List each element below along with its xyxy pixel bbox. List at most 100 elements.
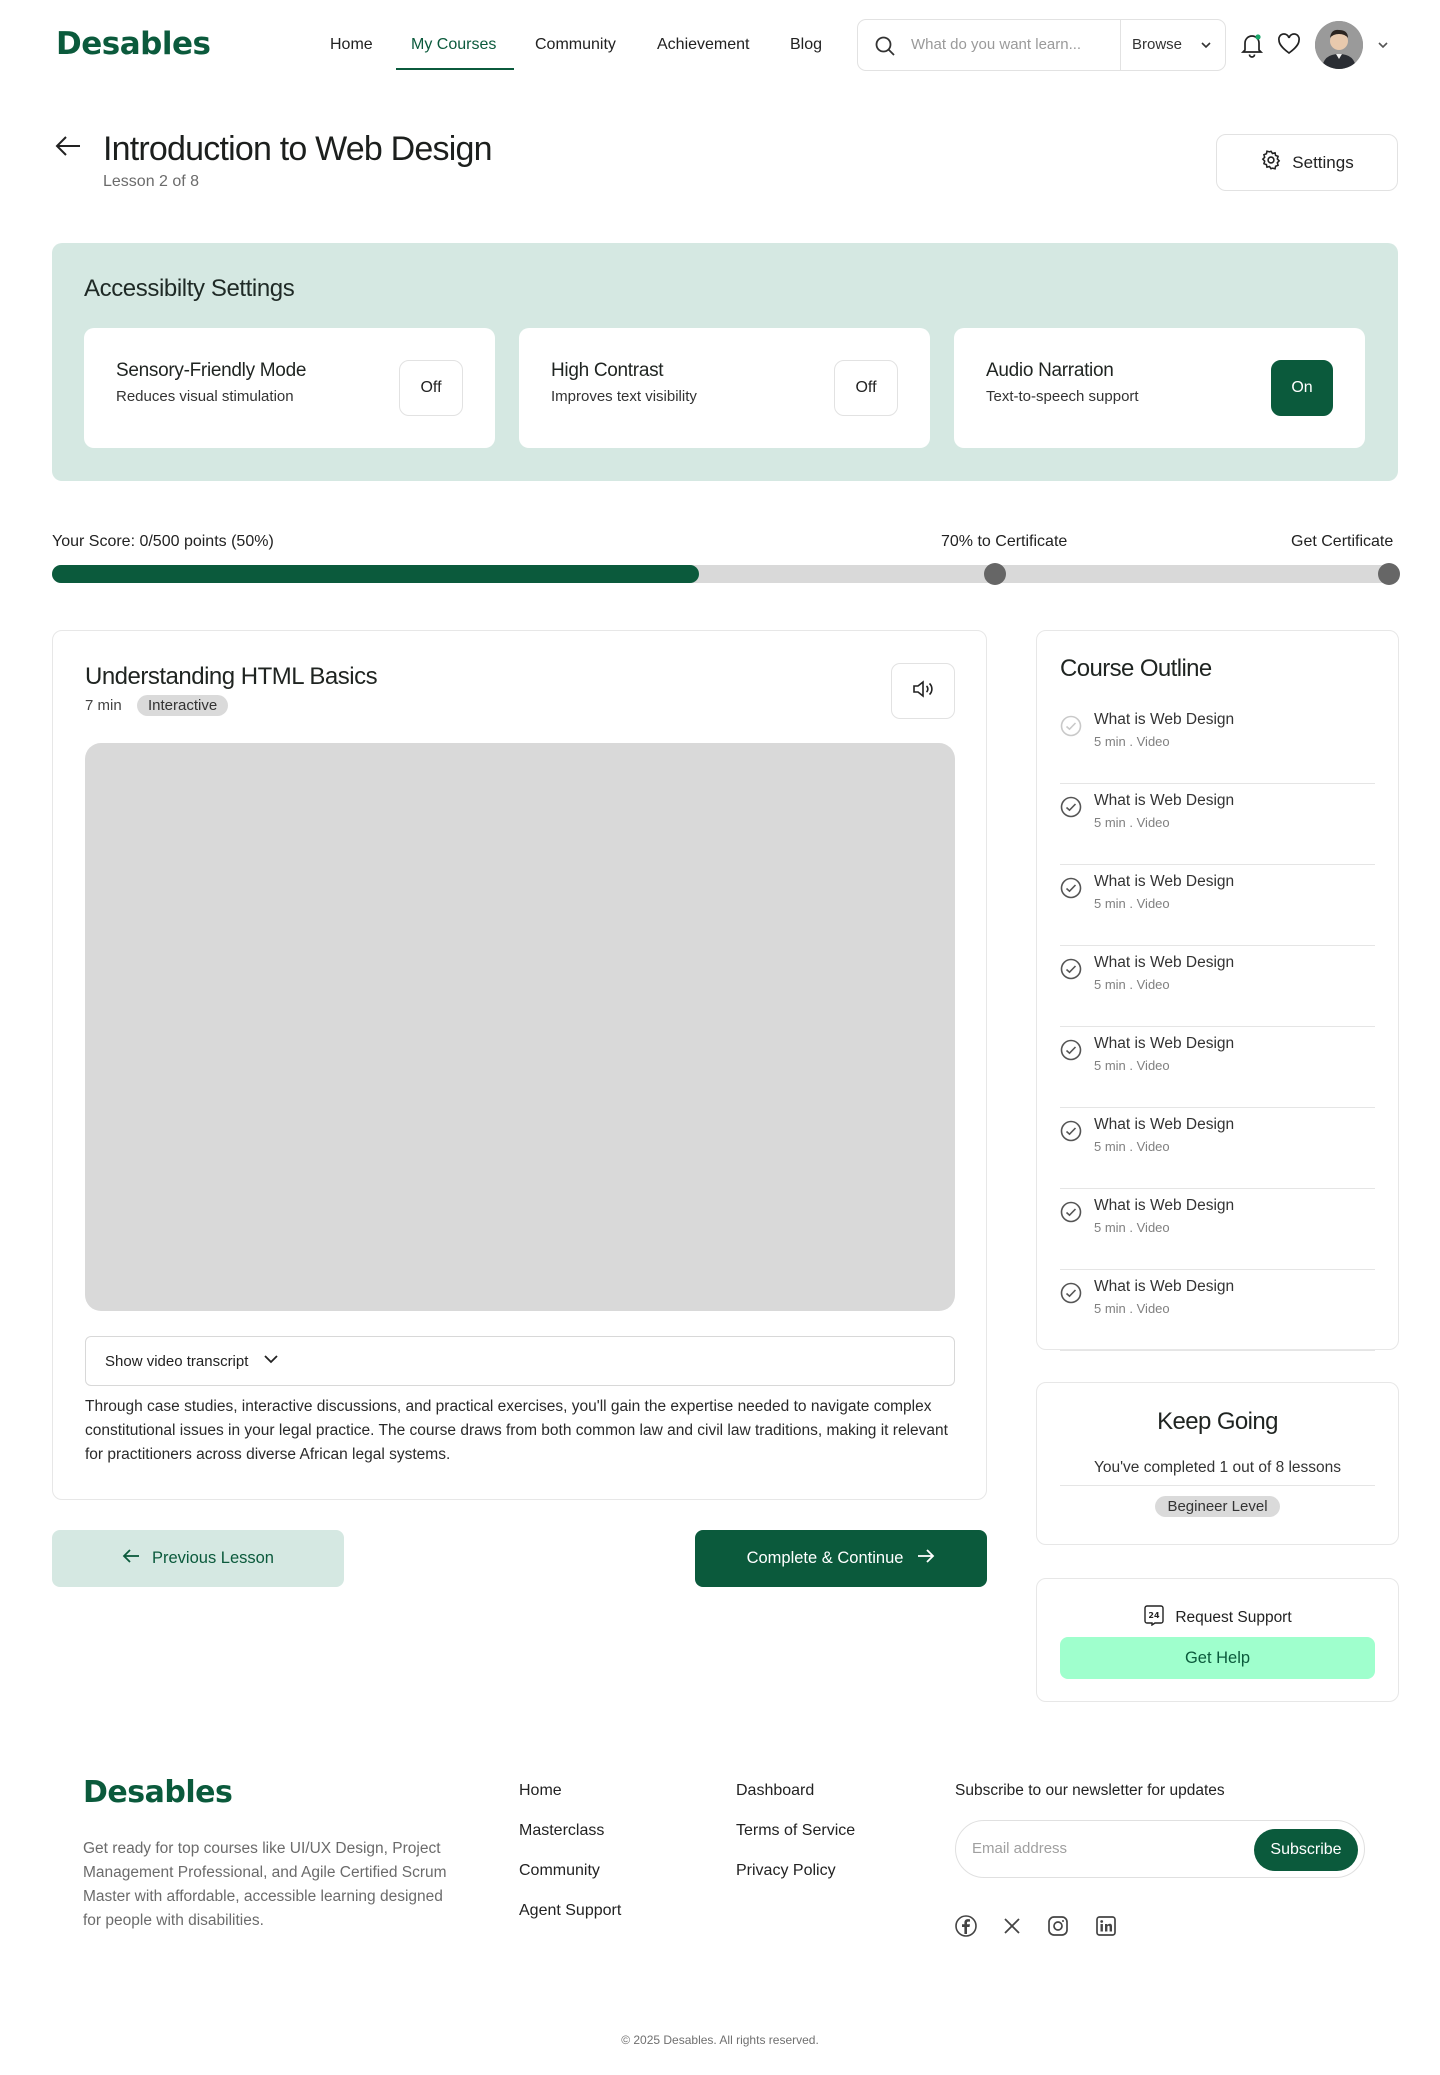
outline-item[interactable]: What is Web Design 5 min . Video bbox=[1060, 784, 1375, 865]
outline-item[interactable]: What is Web Design 5 min . Video bbox=[1060, 946, 1375, 1027]
outline-item-title: What is Web Design bbox=[1094, 1116, 1235, 1133]
nav-home[interactable]: Home bbox=[330, 36, 373, 54]
subscribe-button[interactable]: Subscribe bbox=[1254, 1829, 1358, 1871]
accessibility-title: Accessibilty Settings bbox=[84, 275, 295, 302]
video-player[interactable] bbox=[85, 743, 955, 1311]
audio-narration-toggle[interactable]: On bbox=[1271, 360, 1333, 416]
previous-lesson-label: Previous Lesson bbox=[152, 1549, 274, 1567]
lesson-position: Lesson 2 of 8 bbox=[103, 173, 200, 190]
support-24-icon: 24 bbox=[1143, 1604, 1165, 1631]
progress-track bbox=[52, 565, 1399, 583]
check-circle-icon bbox=[1060, 1282, 1082, 1309]
nav-my-courses[interactable]: My Courses bbox=[411, 36, 496, 54]
footer-link-home[interactable]: Home bbox=[519, 1782, 562, 1800]
outline-item[interactable]: What is Web Design 5 min . Video bbox=[1060, 1270, 1375, 1351]
check-circle-icon bbox=[1060, 715, 1082, 742]
check-circle-icon bbox=[1060, 1120, 1082, 1147]
sensory-friendly-card: Sensory-Friendly Mode Reduces visual sti… bbox=[84, 328, 495, 448]
search-bar: What do you want learn... Browse bbox=[857, 19, 1226, 71]
facebook-icon[interactable] bbox=[955, 1915, 977, 1942]
gear-icon bbox=[1260, 149, 1282, 176]
request-support-label: Request Support bbox=[1175, 1608, 1292, 1626]
keep-going-title: Keep Going bbox=[1157, 1408, 1278, 1435]
search-input[interactable]: What do you want learn... bbox=[911, 36, 1081, 53]
nav-achievement[interactable]: Achievement bbox=[657, 36, 750, 54]
audio-button[interactable] bbox=[891, 663, 955, 719]
outline-item-title: What is Web Design bbox=[1094, 792, 1235, 809]
outline-item-title: What is Web Design bbox=[1094, 873, 1235, 890]
lesson-duration: 7 min bbox=[85, 697, 122, 714]
outline-item[interactable]: What is Web Design 5 min . Video bbox=[1060, 1108, 1375, 1189]
complete-continue-label: Complete & Continue bbox=[746, 1549, 904, 1567]
instagram-icon[interactable] bbox=[1047, 1915, 1069, 1942]
footer-link-masterclass[interactable]: Masterclass bbox=[519, 1822, 604, 1840]
x-icon[interactable] bbox=[1002, 1916, 1022, 1941]
certificate-marker bbox=[1378, 563, 1400, 585]
page-title: Introduction to Web Design bbox=[103, 130, 493, 168]
keep-going-card: Keep Going You've completed 1 out of 8 l… bbox=[1036, 1382, 1399, 1545]
search-icon[interactable] bbox=[873, 34, 897, 63]
search-divider bbox=[1120, 20, 1121, 70]
footer-link-privacy[interactable]: Privacy Policy bbox=[736, 1862, 836, 1880]
footer-logo[interactable]: Desables bbox=[83, 1775, 233, 1810]
outline-item-meta: 5 min . Video bbox=[1094, 1220, 1170, 1235]
email-input[interactable]: Email address bbox=[972, 1840, 1067, 1857]
nav-community[interactable]: Community bbox=[535, 36, 616, 54]
footer-link-community[interactable]: Community bbox=[519, 1862, 600, 1880]
outline-item-title: What is Web Design bbox=[1094, 1035, 1235, 1052]
outline-item[interactable]: What is Web Design 5 min . Video bbox=[1060, 865, 1375, 946]
chevron-down-icon bbox=[1199, 38, 1213, 57]
brand-logo[interactable]: Desables bbox=[56, 26, 211, 62]
get-help-button[interactable]: Get Help bbox=[1060, 1637, 1375, 1679]
progress-summary: You've completed 1 out of 8 lessons bbox=[1093, 1459, 1342, 1476]
check-circle-icon bbox=[1060, 1201, 1082, 1228]
outline-item-meta: 5 min . Video bbox=[1094, 896, 1170, 911]
avatar[interactable] bbox=[1315, 21, 1363, 69]
support-card: 24 Request Support Get Help bbox=[1036, 1578, 1399, 1702]
copyright: © 2025 Desables. All rights reserved. bbox=[621, 2033, 819, 2047]
nav-blog[interactable]: Blog bbox=[790, 36, 822, 54]
card-desc: Reduces visual stimulation bbox=[116, 388, 294, 405]
check-circle-icon bbox=[1060, 1039, 1082, 1066]
card-title: Audio Narration bbox=[986, 360, 1114, 381]
card-desc: Improves text visibility bbox=[551, 388, 697, 405]
bell-icon[interactable] bbox=[1240, 32, 1264, 63]
browse-dropdown[interactable]: Browse bbox=[1132, 36, 1182, 53]
footer-link-terms[interactable]: Terms of Service bbox=[736, 1822, 855, 1840]
outline-item[interactable]: What is Web Design 5 min . Video bbox=[1060, 1189, 1375, 1270]
complete-continue-button[interactable]: Complete & Continue bbox=[695, 1530, 987, 1587]
arrow-right-icon bbox=[917, 1549, 935, 1568]
footer-link-agent-support[interactable]: Agent Support bbox=[519, 1902, 621, 1920]
lesson-description: Through case studies, interactive discus… bbox=[85, 1398, 948, 1463]
lesson-title: Understanding HTML Basics bbox=[85, 663, 378, 690]
request-support-heading: 24 Request Support bbox=[1037, 1604, 1398, 1631]
outline-item[interactable]: What is Web Design 5 min . Video bbox=[1060, 1027, 1375, 1108]
previous-lesson-button[interactable]: Previous Lesson bbox=[52, 1530, 344, 1587]
lesson-card: Understanding HTML Basics 7 min Interact… bbox=[52, 630, 987, 1500]
transcript-toggle[interactable]: Show video transcript bbox=[85, 1336, 955, 1386]
nav-active-indicator bbox=[396, 68, 514, 70]
footer-description: Get ready for top courses like UI/UX Des… bbox=[83, 1840, 447, 1929]
heart-icon[interactable] bbox=[1277, 33, 1301, 60]
high-contrast-toggle[interactable]: Off bbox=[834, 360, 898, 416]
newsletter-form: Email address Subscribe bbox=[955, 1820, 1365, 1878]
card-desc: Text-to-speech support bbox=[986, 388, 1139, 405]
course-outline-card: Course Outline What is Web Design 5 min .… bbox=[1036, 630, 1399, 1351]
card-title: High Contrast bbox=[551, 360, 664, 381]
sensory-friendly-toggle[interactable]: Off bbox=[399, 360, 463, 416]
accessibility-panel: Accessibilty Settings Sensory-Friendly M… bbox=[52, 243, 1398, 481]
check-circle-icon bbox=[1060, 877, 1082, 904]
back-arrow-icon[interactable] bbox=[54, 134, 82, 163]
linkedin-icon[interactable] bbox=[1095, 1915, 1117, 1942]
footer-link-dashboard[interactable]: Dashboard bbox=[736, 1782, 814, 1800]
chevron-down-icon[interactable] bbox=[1376, 38, 1390, 57]
progress-fill bbox=[52, 565, 699, 583]
score-label: Your Score: 0/500 points (50%) bbox=[52, 533, 274, 550]
outline-item[interactable]: What is Web Design 5 min . Video bbox=[1060, 703, 1375, 784]
level-wrapper: Begineer Level bbox=[1037, 1496, 1398, 1517]
milestone-label: 70% to Certificate bbox=[941, 533, 1068, 550]
check-circle-icon bbox=[1060, 796, 1082, 823]
settings-button[interactable]: Settings bbox=[1216, 134, 1398, 191]
divider bbox=[1060, 1485, 1375, 1486]
outline-item-title: What is Web Design bbox=[1094, 1278, 1235, 1295]
